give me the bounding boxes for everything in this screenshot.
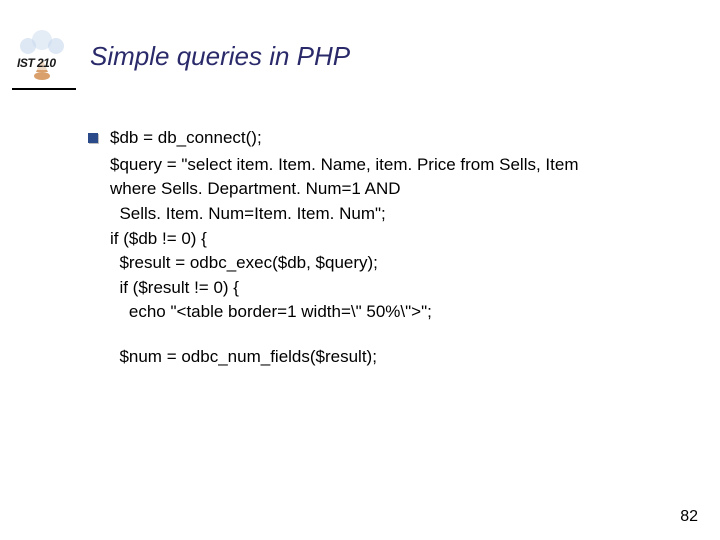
slide-content: $db = db_connect(); $query = "select ite… [0,90,720,370]
bullet-icon [88,133,98,143]
slide-title: Simple queries in PHP [90,41,350,72]
course-logo: IST 210 [14,28,70,84]
code-line: where Sells. Department. Num=1 AND [110,177,720,202]
code-line: if ($db != 0) { [110,227,720,252]
logo-label: IST 210 [16,56,57,70]
code-line: if ($result != 0) { [110,276,720,301]
code-line: Sells. Item. Num=Item. Item. Num"; [110,202,720,227]
code-block: $query = "select item. Item. Name, item.… [88,153,720,370]
code-line-1: $db = db_connect(); [110,126,262,151]
code-line: echo "<table border=1 width=\" 50%\">"; [110,300,720,325]
page-number: 82 [680,508,698,526]
code-line: $result = odbc_exec($db, $query); [110,251,720,276]
code-line: $num = odbc_num_fields($result); [110,345,720,370]
code-line: $query = "select item. Item. Name, item.… [110,153,720,178]
